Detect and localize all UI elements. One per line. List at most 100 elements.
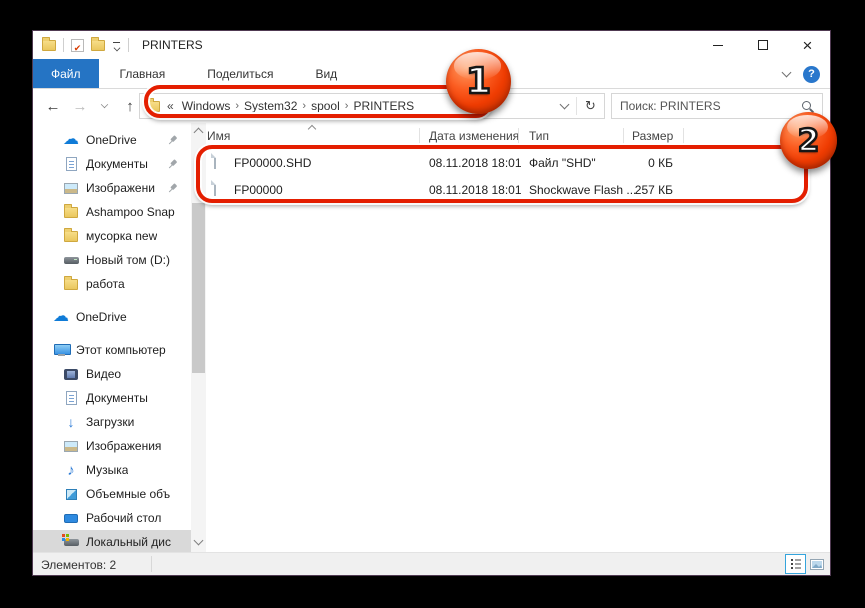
navigation-pane: OneDrive Документы Изображени Ashampoo S… xyxy=(33,123,191,552)
pin-icon xyxy=(165,133,180,148)
onedrive-cloud-icon xyxy=(63,132,79,148)
scrollbar-thumb[interactable] xyxy=(192,203,205,373)
sidebar-item-ashampoo-snap[interactable]: Ashampoo Snap xyxy=(33,200,191,224)
sidebar-item-new-volume-d[interactable]: Новый том (D:) xyxy=(33,248,191,272)
music-icon xyxy=(63,462,79,478)
scroll-up-icon[interactable] xyxy=(194,128,204,138)
onedrive-cloud-icon xyxy=(53,309,69,325)
annotation-outline-address-bar xyxy=(144,85,492,118)
search-box[interactable]: Поиск: PRINTERS xyxy=(611,93,823,119)
back-button[interactable]: ← xyxy=(39,89,67,123)
sidebar-item-onedrive[interactable]: OneDrive xyxy=(33,305,191,329)
documents-icon xyxy=(66,391,77,405)
back-icon: ← xyxy=(46,98,61,115)
folder-icon xyxy=(64,231,78,242)
chevron-down-icon xyxy=(559,100,569,110)
divider xyxy=(63,38,64,52)
column-header-type[interactable]: Тип xyxy=(529,129,549,143)
search-icon[interactable] xyxy=(801,100,814,113)
refresh-button[interactable] xyxy=(577,94,604,118)
sidebar-item-pictures[interactable]: Изображения xyxy=(33,434,191,458)
annotation-step-2-badge: 2 xyxy=(780,112,837,169)
annotation-step-1-badge: 1 xyxy=(446,49,511,114)
documents-icon xyxy=(66,157,77,171)
divider xyxy=(151,556,152,572)
sidebar-item-videos[interactable]: Видео xyxy=(33,362,191,386)
recent-locations-button[interactable] xyxy=(95,89,113,123)
folder-icon xyxy=(64,207,78,218)
checkmark-icon[interactable] xyxy=(71,39,84,52)
sidebar-item-this-pc[interactable]: Этот компьютер xyxy=(33,338,191,362)
up-icon: ↑ xyxy=(126,98,134,115)
folder-icon xyxy=(42,40,56,51)
help-icon[interactable]: ? xyxy=(803,66,820,83)
thumbnails-view-button[interactable] xyxy=(806,554,827,574)
sidebar-item-rabota[interactable]: работа xyxy=(33,272,191,296)
sidebar-item-downloads[interactable]: Загрузки xyxy=(33,410,191,434)
3d-objects-icon xyxy=(66,489,77,500)
ribbon-expand-icon[interactable] xyxy=(782,68,792,78)
divider xyxy=(128,38,129,52)
tab-file[interactable]: Файл xyxy=(33,59,99,88)
folder-icon xyxy=(64,279,78,290)
column-header-size[interactable]: Размер xyxy=(632,129,673,143)
sidebar-item-musorka-new[interactable]: мусорка new xyxy=(33,224,191,248)
column-divider[interactable] xyxy=(419,128,420,144)
ribbon-right-controls: ? xyxy=(783,59,820,89)
address-bar-controls xyxy=(552,94,604,118)
caption-buttons xyxy=(695,31,830,59)
pictures-icon xyxy=(64,183,78,194)
refresh-icon xyxy=(585,99,596,113)
sidebar-item-documents[interactable]: Документы xyxy=(33,386,191,410)
details-view-button[interactable] xyxy=(785,554,806,574)
sidebar-item-music[interactable]: Музыка xyxy=(33,458,191,482)
forward-button[interactable]: → xyxy=(67,89,93,123)
column-divider[interactable] xyxy=(683,128,684,144)
chevron-down-icon xyxy=(100,101,107,108)
maximize-icon xyxy=(758,40,768,50)
pin-icon xyxy=(165,181,180,196)
desktop-icon xyxy=(64,514,78,523)
sidebar-item-pictures-pinned[interactable]: Изображени xyxy=(33,176,191,200)
items-count: Элементов: 2 xyxy=(41,558,116,572)
scroll-down-icon[interactable] xyxy=(194,536,204,546)
search-placeholder: Поиск: PRINTERS xyxy=(620,99,721,113)
minimize-button[interactable] xyxy=(695,31,740,59)
column-header-name[interactable]: Имя xyxy=(207,129,230,143)
local-disk-icon xyxy=(64,539,79,546)
column-header-modified[interactable]: Дата изменения xyxy=(429,129,519,143)
folder-icon[interactable] xyxy=(91,40,105,51)
close-icon xyxy=(803,37,813,54)
downloads-icon xyxy=(63,414,79,430)
column-divider[interactable] xyxy=(518,128,519,144)
tab-share[interactable]: Поделиться xyxy=(186,59,294,88)
pictures-icon xyxy=(64,441,78,452)
this-pc-icon xyxy=(54,344,69,356)
annotation-step-1-number: 1 xyxy=(466,61,491,102)
sidebar-item-local-disk[interactable]: Локальный дис xyxy=(33,530,191,552)
window-title: PRINTERS xyxy=(142,38,203,52)
column-divider[interactable] xyxy=(623,128,624,144)
annotation-outline-file-rows xyxy=(196,145,808,203)
videos-icon xyxy=(64,369,78,380)
status-bar: Элементов: 2 xyxy=(33,552,830,575)
address-dropdown-button[interactable] xyxy=(552,94,576,118)
maximize-button[interactable] xyxy=(740,31,785,59)
tab-home[interactable]: Главная xyxy=(99,59,187,88)
minimize-icon xyxy=(713,45,723,46)
sidebar-item-onedrive-pinned[interactable]: OneDrive xyxy=(33,128,191,152)
close-button[interactable] xyxy=(785,31,830,59)
sidebar-item-desktop[interactable]: Рабочий стол xyxy=(33,506,191,530)
sidebar-item-3d-objects[interactable]: Объемные объ xyxy=(33,482,191,506)
sidebar-item-documents-pinned[interactable]: Документы xyxy=(33,152,191,176)
pin-icon xyxy=(165,157,180,172)
title-bar: PRINTERS xyxy=(33,31,830,59)
sort-ascending-icon xyxy=(308,125,316,133)
desktop-background: PRINTERS Файл Главная Поделиться Вид ? ←… xyxy=(0,0,865,608)
tab-view[interactable]: Вид xyxy=(294,59,358,88)
qat-customize-icon[interactable] xyxy=(112,41,121,50)
thumbnails-view-icon xyxy=(810,559,824,570)
forward-icon: → xyxy=(73,98,88,115)
annotation-step-2-number: 2 xyxy=(798,123,820,159)
details-view-icon xyxy=(790,558,802,570)
